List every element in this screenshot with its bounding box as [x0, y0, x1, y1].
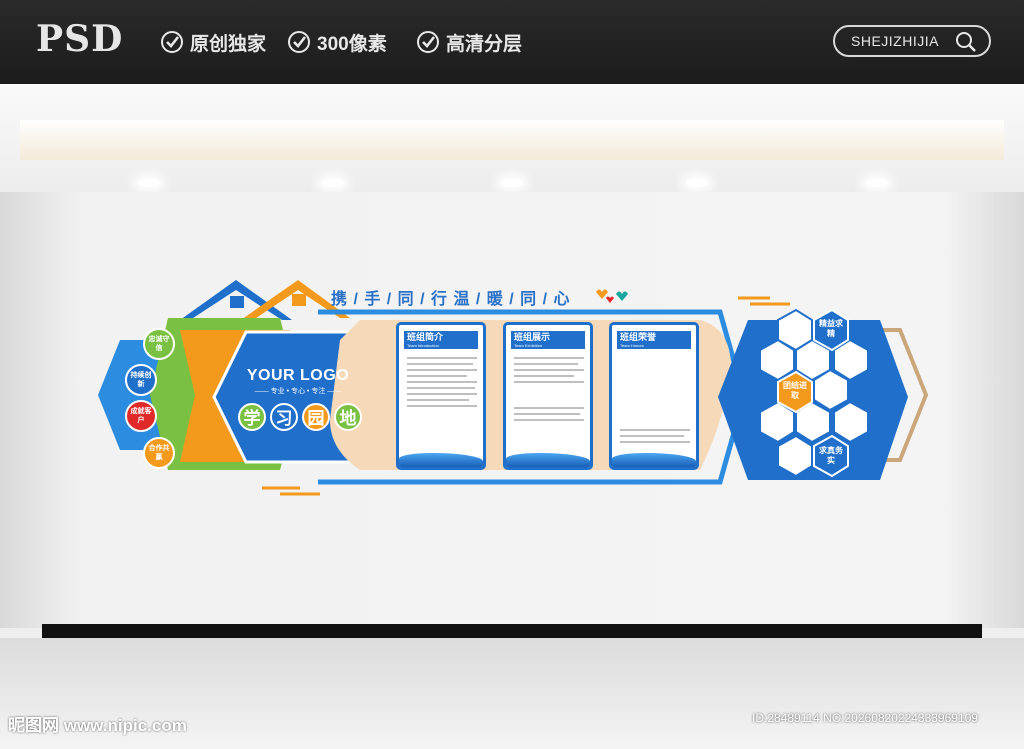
image-id-text: ID:28489114 NO:20260820224333969109: [752, 711, 978, 725]
text-line: [407, 393, 477, 395]
value-badge: 成就客户: [125, 400, 157, 432]
panel-subtitle: Team Exhibition: [514, 343, 543, 348]
heart-icon: [596, 289, 608, 299]
honeycomb-label: 精益求精: [819, 319, 843, 338]
value-badge: 持续创新: [125, 364, 157, 396]
text-line: [514, 381, 584, 383]
panel-subtitle: Team Honors: [620, 343, 644, 348]
value-badge: 合作共赢: [143, 437, 175, 469]
study-char: 地: [334, 403, 362, 431]
text-line: [514, 369, 584, 371]
text-line: [407, 405, 477, 407]
panel-team-exhibition: 班组展示 Team Exhibition: [503, 322, 593, 470]
panel-wave: [612, 453, 696, 467]
text-line: [407, 369, 477, 371]
text-line: [407, 375, 467, 377]
logo-subtitle: —— 专业 • 专心 • 专注 ——: [254, 388, 342, 395]
panel-subtitle: Team Introduction: [407, 343, 439, 348]
site-watermark: 昵图网 www.nipic.com: [8, 716, 187, 735]
honeycomb-label: 求真务实: [819, 446, 843, 465]
study-char: 学: [238, 403, 266, 431]
panel-team-intro: 班组简介 Team Introduction: [396, 322, 486, 470]
value-badge: 忠诚守信: [143, 328, 175, 360]
text-line: [620, 435, 684, 437]
text-line: [407, 381, 477, 383]
study-char: 习: [270, 403, 298, 431]
logo-title: YOUR LOGO: [246, 367, 350, 384]
house-window: [292, 294, 306, 306]
text-line: [407, 357, 477, 359]
text-line: [514, 413, 580, 415]
study-char: 园: [302, 403, 330, 431]
house-window: [230, 296, 244, 308]
text-line: [620, 429, 690, 431]
panel-team-honors: 班组荣誉 Team Honors: [609, 322, 699, 470]
text-line: [407, 387, 475, 389]
text-line: [407, 363, 473, 365]
text-line: [620, 441, 690, 443]
text-line: [514, 357, 584, 359]
text-line: [514, 419, 584, 421]
heart-icon: [606, 296, 614, 303]
panel-wave: [506, 453, 590, 467]
honeycomb-label: 团结进取: [783, 381, 807, 400]
text-line: [407, 399, 469, 401]
text-line: [514, 375, 574, 377]
heart-icon: [616, 291, 628, 301]
mural-slogan: 携 / 手 / 同 / 行 温 / 暖 / 同 / 心: [331, 291, 571, 308]
text-line: [514, 363, 578, 365]
text-line: [514, 407, 584, 409]
panel-wave: [399, 453, 483, 467]
